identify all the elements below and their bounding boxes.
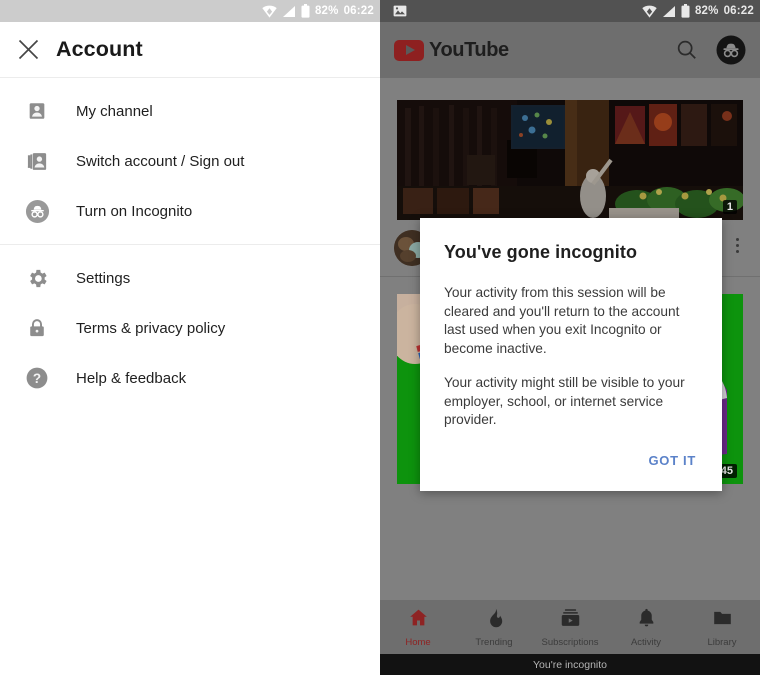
dialog-title: You've gone incognito [444, 242, 638, 262]
svg-text:?: ? [33, 371, 41, 386]
signal-icon [282, 5, 296, 18]
page-title: Account [56, 37, 143, 61]
gear-icon [24, 265, 50, 291]
menu-item-switch-account[interactable]: Switch account / Sign out [0, 136, 380, 186]
menu-item-turn-on-incognito[interactable]: Turn on Incognito [0, 186, 380, 236]
battery-icon [301, 4, 310, 18]
dual-screenshot-container: 82% 06:22 Account My channel Switch acco… [0, 0, 760, 675]
left-status-bar: 82% 06:22 [0, 0, 380, 22]
right-screen-youtube-incognito: 82% 06:22 YouTube 1 Home Trending Subscr… [380, 0, 760, 675]
menu-item-settings[interactable]: Settings [0, 253, 380, 303]
dialog-paragraph-2: Your activity might still be visible to … [444, 375, 685, 427]
menu-item-label: My channel [76, 102, 153, 120]
battery-percent-label: 82% [314, 5, 339, 17]
lock-icon [24, 315, 50, 341]
incognito-dialog: You've gone incognito Your activity from… [420, 218, 722, 491]
clock-label: 06:22 [343, 5, 374, 17]
account-menu-group-secondary: Settings Terms & privacy policy ? Help &… [0, 244, 380, 411]
got-it-button[interactable]: GOT IT [646, 449, 698, 472]
menu-item-label: Terms & privacy policy [76, 319, 226, 337]
close-icon[interactable] [0, 39, 56, 60]
menu-item-help-feedback[interactable]: ? Help & feedback [0, 353, 380, 403]
dialog-paragraph-1: Your activity from this session will be … [444, 285, 680, 356]
menu-item-label: Turn on Incognito [76, 202, 193, 220]
incognito-icon [24, 198, 50, 224]
dialog-actions: GOT IT [444, 430, 698, 483]
menu-item-label: Settings [76, 269, 131, 287]
menu-item-terms-privacy[interactable]: Terms & privacy policy [0, 303, 380, 353]
menu-item-label: Help & feedback [76, 369, 187, 387]
account-app-bar: Account [0, 22, 380, 78]
menu-item-label: Switch account / Sign out [76, 152, 245, 170]
help-icon: ? [24, 365, 50, 391]
person-icon [24, 98, 50, 124]
left-screen-account-menu: 82% 06:22 Account My channel Switch acco… [0, 0, 380, 675]
switch-account-icon [24, 148, 50, 174]
account-menu-group-primary: My channel Switch account / Sign out Tur… [0, 78, 380, 244]
menu-item-my-channel[interactable]: My channel [0, 86, 380, 136]
wifi-icon [262, 5, 277, 18]
